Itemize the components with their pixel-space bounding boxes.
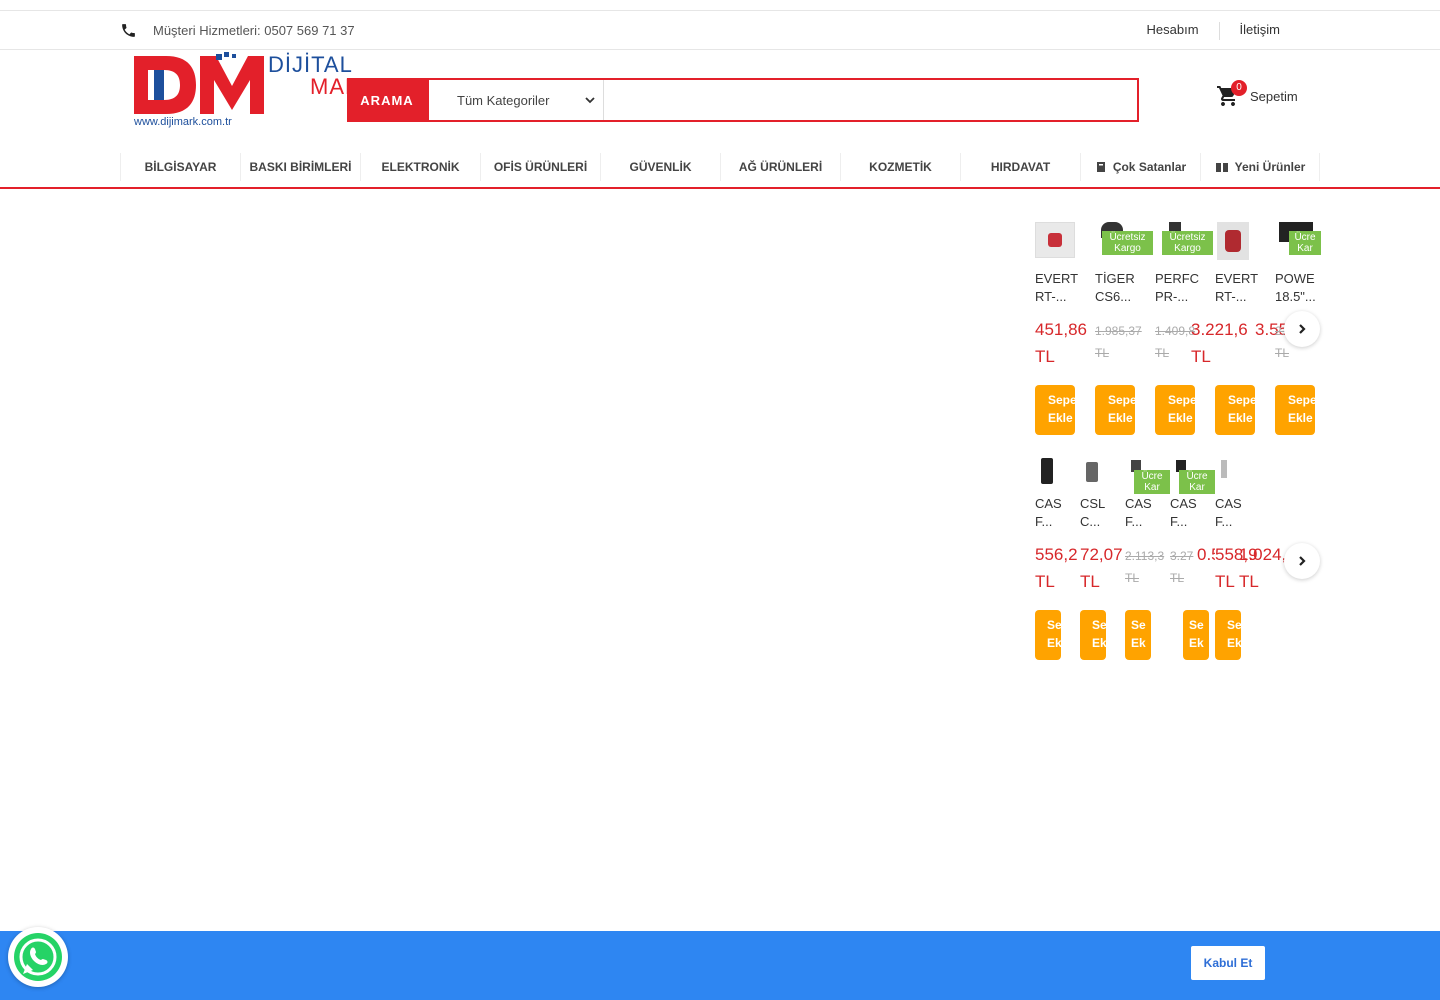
product-price: 72,07 TL — [1080, 545, 1123, 591]
product-name: CAS F... — [1215, 496, 1242, 529]
product-name: CAS F... — [1170, 496, 1197, 529]
cart-button[interactable]: 0 Sepetim — [1216, 80, 1298, 108]
book-icon — [1096, 162, 1105, 172]
product-price: 0.5 — [1197, 545, 1215, 564]
product-image — [1086, 462, 1098, 482]
customer-service: Müşteri Hizmetleri: 0507 569 71 37 — [120, 22, 355, 39]
search-bar: ARAMA Tüm Kategoriler — [347, 78, 1139, 122]
phone-text: Müşteri Hizmetleri: 0507 569 71 37 — [153, 23, 355, 38]
whatsapp-button[interactable] — [8, 927, 68, 987]
add-to-cart-button[interactable]: Sepe Ekle — [1095, 385, 1135, 435]
product-image — [1041, 458, 1053, 484]
product-name: CAS F... — [1125, 496, 1152, 529]
product-name: CSL C... — [1080, 496, 1106, 529]
product-card[interactable]: Ücre Kar CAS F... 2.113,3 TL Se Ek — [1125, 458, 1170, 668]
dm-logo-mark — [134, 52, 264, 114]
product-price: 451,86 TL — [1035, 320, 1087, 366]
add-to-cart-button[interactable]: Se Ek — [1125, 610, 1151, 660]
free-shipping-badge: Ücre Kar — [1289, 231, 1321, 255]
free-shipping-badge: Ücre Kar — [1134, 470, 1170, 494]
product-price: 1.024,9 TL — [1239, 545, 1285, 591]
contact-link[interactable]: İletişim — [1220, 22, 1300, 40]
search-button[interactable]: ARAMA — [347, 78, 427, 122]
add-to-cart-button[interactable]: Sepe Ekle — [1215, 385, 1255, 435]
add-to-cart-button[interactable]: Sepe Ekle — [1035, 385, 1075, 435]
product-name: EVERT RT-... — [1215, 271, 1259, 304]
chevron-down-icon — [585, 97, 595, 104]
logo-url: www.dijimark.com.tr — [134, 116, 232, 128]
product-image — [1217, 222, 1249, 260]
product-old-price: 2.113,3 TL — [1125, 549, 1165, 585]
product-card[interactable]: CAS F... 558,9 TL 1.024,9 TL Se Ek — [1215, 458, 1285, 668]
nav-item-yeni-urunler[interactable]: Yeni Ürünler — [1200, 153, 1320, 181]
nav-item-kozmetik[interactable]: KOZMETİK — [840, 153, 960, 181]
product-image — [1221, 460, 1227, 478]
chevron-right-icon — [1299, 556, 1306, 566]
add-to-cart-button[interactable]: Se Ek — [1183, 610, 1209, 660]
whatsapp-icon — [14, 933, 62, 981]
nav-item-guvenlik[interactable]: GÜVENLİK — [600, 153, 720, 181]
nav-underline — [0, 187, 1440, 189]
phone-icon — [122, 24, 135, 37]
carousel-next-button[interactable] — [1284, 311, 1320, 347]
chevron-right-icon — [1299, 324, 1306, 334]
cart-label: Sepetim — [1250, 88, 1298, 104]
nav-item-bilgisayar[interactable]: BİLGİSAYAR — [120, 153, 240, 181]
cart-count-badge: 0 — [1231, 80, 1247, 96]
carousel-next-button[interactable] — [1284, 543, 1320, 579]
account-link[interactable]: Hesabım — [1127, 22, 1219, 40]
cookie-accept-button[interactable]: Kabul Et — [1191, 946, 1265, 980]
top-bar: Müşteri Hizmetleri: 0507 569 71 37 Hesab… — [0, 10, 1440, 50]
product-name: TİGER CS6... — [1095, 271, 1135, 304]
product-price: 3.221,6 TL — [1191, 320, 1248, 366]
product-name: CAS F... — [1035, 496, 1062, 529]
category-select[interactable]: Tüm Kategoriler — [429, 80, 604, 120]
search-input[interactable] — [604, 80, 1137, 120]
product-old-price: 3.27 TL — [1170, 549, 1194, 585]
product-card[interactable]: EVERT RT-... 451,86 TL Sepe Ekle — [1035, 222, 1093, 442]
product-name: EVERT RT-... — [1035, 271, 1079, 304]
product-old-price: 1.985,37 TL — [1095, 324, 1142, 360]
add-to-cart-button[interactable]: Sepe Ekle — [1275, 385, 1315, 435]
add-to-cart-button[interactable]: Sepe Ekle — [1155, 385, 1195, 435]
category-nav: BİLGİSAYAR BASKI BİRİMLERİ ELEKTRONİK OF… — [120, 152, 1320, 182]
product-card[interactable]: CAS F... 556,2 TL Se Ek — [1035, 458, 1080, 668]
product-image — [1035, 222, 1075, 258]
product-card[interactable]: CSL C... 72,07 TL Se Ek — [1080, 458, 1125, 668]
product-name: POWE 18.5"... — [1275, 271, 1316, 304]
product-price: 556,2 TL — [1035, 545, 1078, 591]
nav-item-baski-birimleri[interactable]: BASKI BİRİMLERİ — [240, 153, 360, 181]
free-shipping-badge: Ücretsiz Kargo — [1102, 231, 1153, 255]
nav-item-hirdavat[interactable]: HIRDAVAT — [960, 153, 1080, 181]
product-card[interactable]: Ücretsiz Kargo TİGER CS6... 1.985,37 TL … — [1095, 222, 1153, 442]
category-select-value: Tüm Kategoriler — [457, 92, 550, 108]
nav-item-elektronik[interactable]: ELEKTRONİK — [360, 153, 480, 181]
product-card[interactable]: Ücre Kar CAS F... 0.5 3.27 TL Se Ek — [1170, 458, 1215, 668]
add-to-cart-button[interactable]: Se Ek — [1080, 610, 1106, 660]
open-book-icon — [1215, 163, 1228, 172]
free-shipping-badge: Ücre Kar — [1179, 470, 1215, 494]
add-to-cart-button[interactable]: Se Ek — [1215, 610, 1241, 660]
nav-item-cok-satanlar[interactable]: Çok Satanlar — [1080, 153, 1200, 181]
product-old-price: 1.409,8 TL — [1155, 324, 1196, 360]
nav-item-ag-urunleri[interactable]: AĞ ÜRÜNLERİ — [720, 153, 840, 181]
cookie-consent-bar: Kabul Et — [0, 931, 1440, 1000]
add-to-cart-button[interactable]: Se Ek — [1035, 610, 1061, 660]
nav-item-ofis-urunleri[interactable]: OFİS ÜRÜNLERİ — [480, 153, 600, 181]
